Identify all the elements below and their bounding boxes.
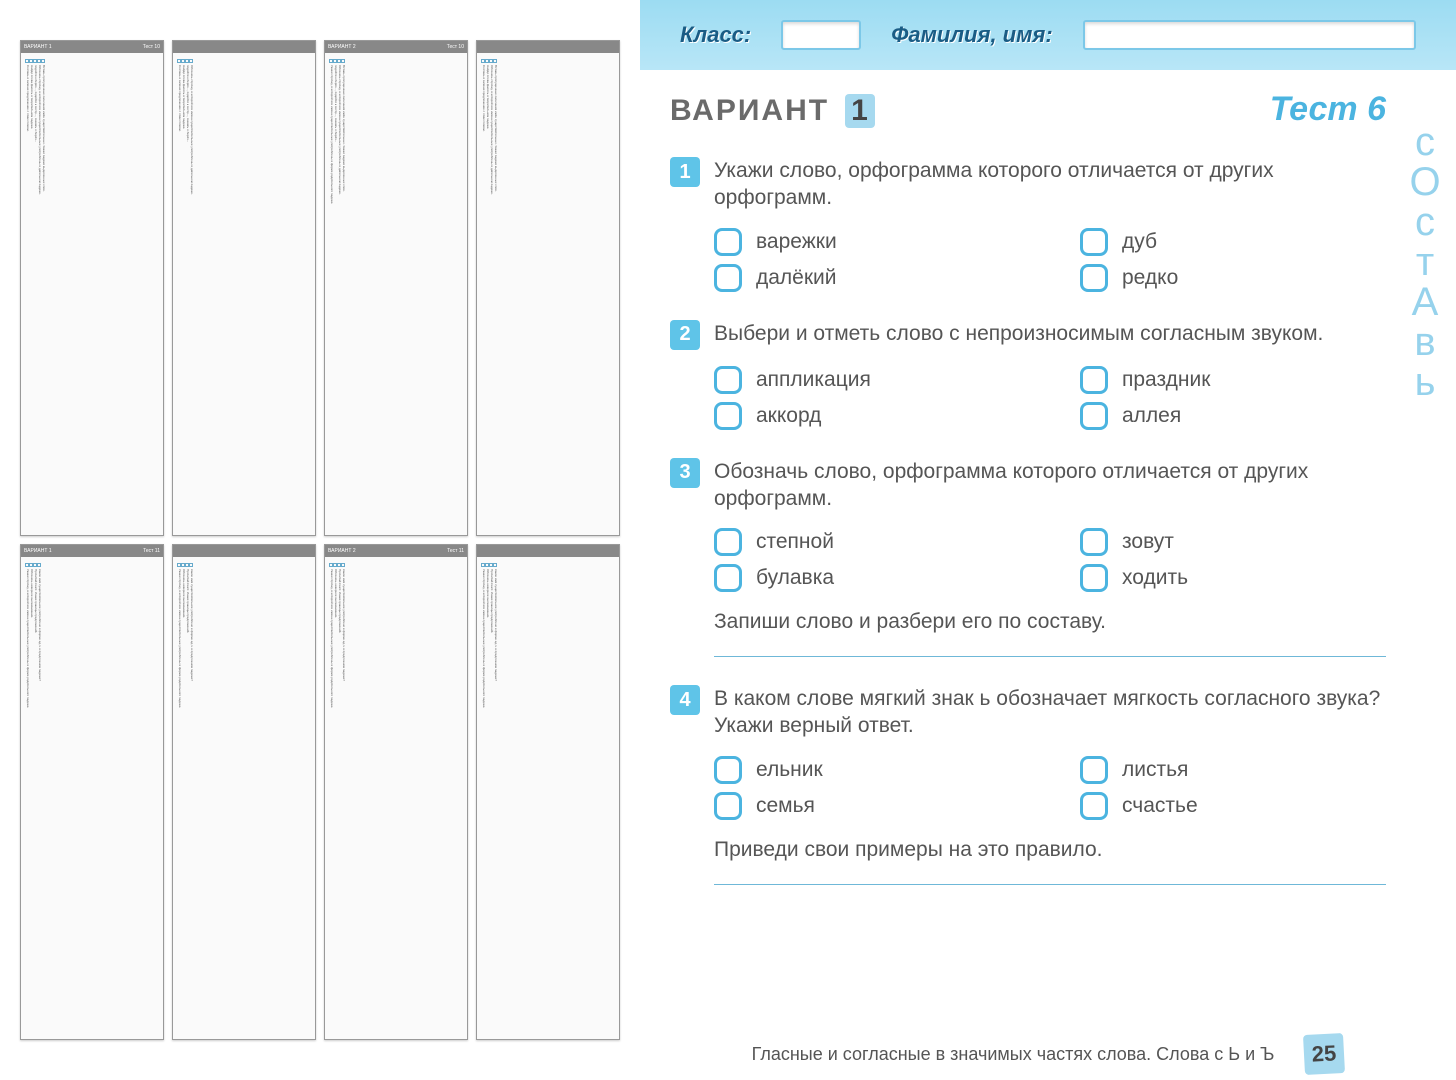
thumbnail-page: ВАРИАНТ 2Тест 11 Какое имя существительн… xyxy=(324,544,468,1040)
answer-option[interactable]: ходить xyxy=(1080,564,1386,592)
question-number-badge: 2 xyxy=(670,320,700,350)
question-text: Выбери и отметь слово с непроизносимым с… xyxy=(714,320,1323,347)
checkbox-icon[interactable] xyxy=(714,756,742,784)
name-label: Фамилия, имя: xyxy=(891,22,1052,48)
thumbnail-page: Какое имя существительное употреблено в … xyxy=(172,544,316,1040)
checkbox-icon[interactable] xyxy=(714,528,742,556)
answer-option[interactable]: листья xyxy=(1080,756,1386,784)
class-label: Класс: xyxy=(680,22,751,48)
name-input[interactable] xyxy=(1083,20,1416,50)
thumbnail-page: ВАРИАНТ 2Тест 10 Вставь пропущенные окон… xyxy=(324,40,468,536)
sub-instruction: Запиши слово и разбери его по составу. xyxy=(714,610,1386,634)
header-band: Класс: Фамилия, имя: xyxy=(640,0,1456,70)
sub-instruction: Приведи свои примеры на это правило. xyxy=(714,838,1386,862)
test-label: Тест 6 xyxy=(1270,90,1386,129)
question-2: 2 Выбери и отметь слово с непроизносимым… xyxy=(670,320,1386,430)
thumbnail-page: Обозначь строчку, в которой все имена су… xyxy=(172,40,316,536)
checkbox-icon[interactable] xyxy=(1080,264,1108,292)
checkbox-icon[interactable] xyxy=(714,264,742,292)
variant-number-badge: 1 xyxy=(845,94,875,128)
answer-option[interactable]: зовут xyxy=(1080,528,1386,556)
thumbnail-grid: ВАРИАНТ 1Тест 10 Вставь пропущенные окон… xyxy=(0,0,640,1080)
write-line[interactable] xyxy=(714,884,1386,885)
question-number-badge: 4 xyxy=(670,685,700,715)
checkbox-icon[interactable] xyxy=(1080,228,1108,256)
checkbox-icon[interactable] xyxy=(1080,756,1108,784)
answer-option[interactable]: редко xyxy=(1080,264,1386,292)
question-3: 3 Обозначь слово, орфограмма которого от… xyxy=(670,458,1386,658)
answer-option[interactable]: аккорд xyxy=(714,402,1020,430)
answer-option[interactable]: семья xyxy=(714,792,1020,820)
worksheet-page: Класс: Фамилия, имя: ВАРИАНТ 1 Тест 6 1 … xyxy=(640,0,1456,1080)
checkbox-icon[interactable] xyxy=(1080,528,1108,556)
checkbox-icon[interactable] xyxy=(714,228,742,256)
question-4: 4 В каком слове мягкий знак ь обозначает… xyxy=(670,685,1386,885)
write-line[interactable] xyxy=(714,656,1386,657)
question-number-badge: 3 xyxy=(670,458,700,488)
checkbox-icon[interactable] xyxy=(1080,792,1108,820)
checkbox-icon[interactable] xyxy=(714,402,742,430)
checkbox-icon[interactable] xyxy=(1080,366,1108,394)
checkbox-icon[interactable] xyxy=(714,366,742,394)
question-text: Обозначь слово, орфограмма которого отли… xyxy=(714,458,1386,513)
class-input[interactable] xyxy=(781,20,861,50)
margin-doodle: сОстАвь xyxy=(1402,120,1448,1020)
answer-option[interactable]: ельник xyxy=(714,756,1020,784)
checkbox-icon[interactable] xyxy=(714,792,742,820)
answer-option[interactable]: варежки xyxy=(714,228,1020,256)
question-text: Укажи слово, орфограмма которого отличае… xyxy=(714,157,1386,212)
thumbnail-page: Вставь пропущенные окончания имён сущест… xyxy=(476,40,620,536)
thumbnail-page: ВАРИАНТ 1Тест 10 Вставь пропущенные окон… xyxy=(20,40,164,536)
checkbox-icon[interactable] xyxy=(1080,402,1108,430)
question-text: В каком слове мягкий знак ь обозначает м… xyxy=(714,685,1386,740)
answer-option[interactable]: дуб xyxy=(1080,228,1386,256)
page-number-badge: 25 xyxy=(1303,1033,1345,1075)
answer-option[interactable]: булавка xyxy=(714,564,1020,592)
answer-option[interactable]: аппликация xyxy=(714,366,1020,394)
thumbnail-page: Какое имя существительное употреблено в … xyxy=(476,544,620,1040)
answer-option[interactable]: степной xyxy=(714,528,1020,556)
question-number-badge: 1 xyxy=(670,157,700,187)
footer: Гласные и согласные в значимых частях сл… xyxy=(640,1028,1456,1080)
answer-option[interactable]: аллея xyxy=(1080,402,1386,430)
answer-option[interactable]: праздник xyxy=(1080,366,1386,394)
checkbox-icon[interactable] xyxy=(714,564,742,592)
variant-title: ВАРИАНТ 1 xyxy=(670,94,875,128)
answer-option[interactable]: далёкий xyxy=(714,264,1020,292)
answer-option[interactable]: счастье xyxy=(1080,792,1386,820)
thumbnail-page: ВАРИАНТ 1Тест 11 Какое имя существительн… xyxy=(20,544,164,1040)
checkbox-icon[interactable] xyxy=(1080,564,1108,592)
question-1: 1 Укажи слово, орфограмма которого отлич… xyxy=(670,157,1386,292)
footer-topic: Гласные и согласные в значимых частях сл… xyxy=(752,1044,1275,1065)
